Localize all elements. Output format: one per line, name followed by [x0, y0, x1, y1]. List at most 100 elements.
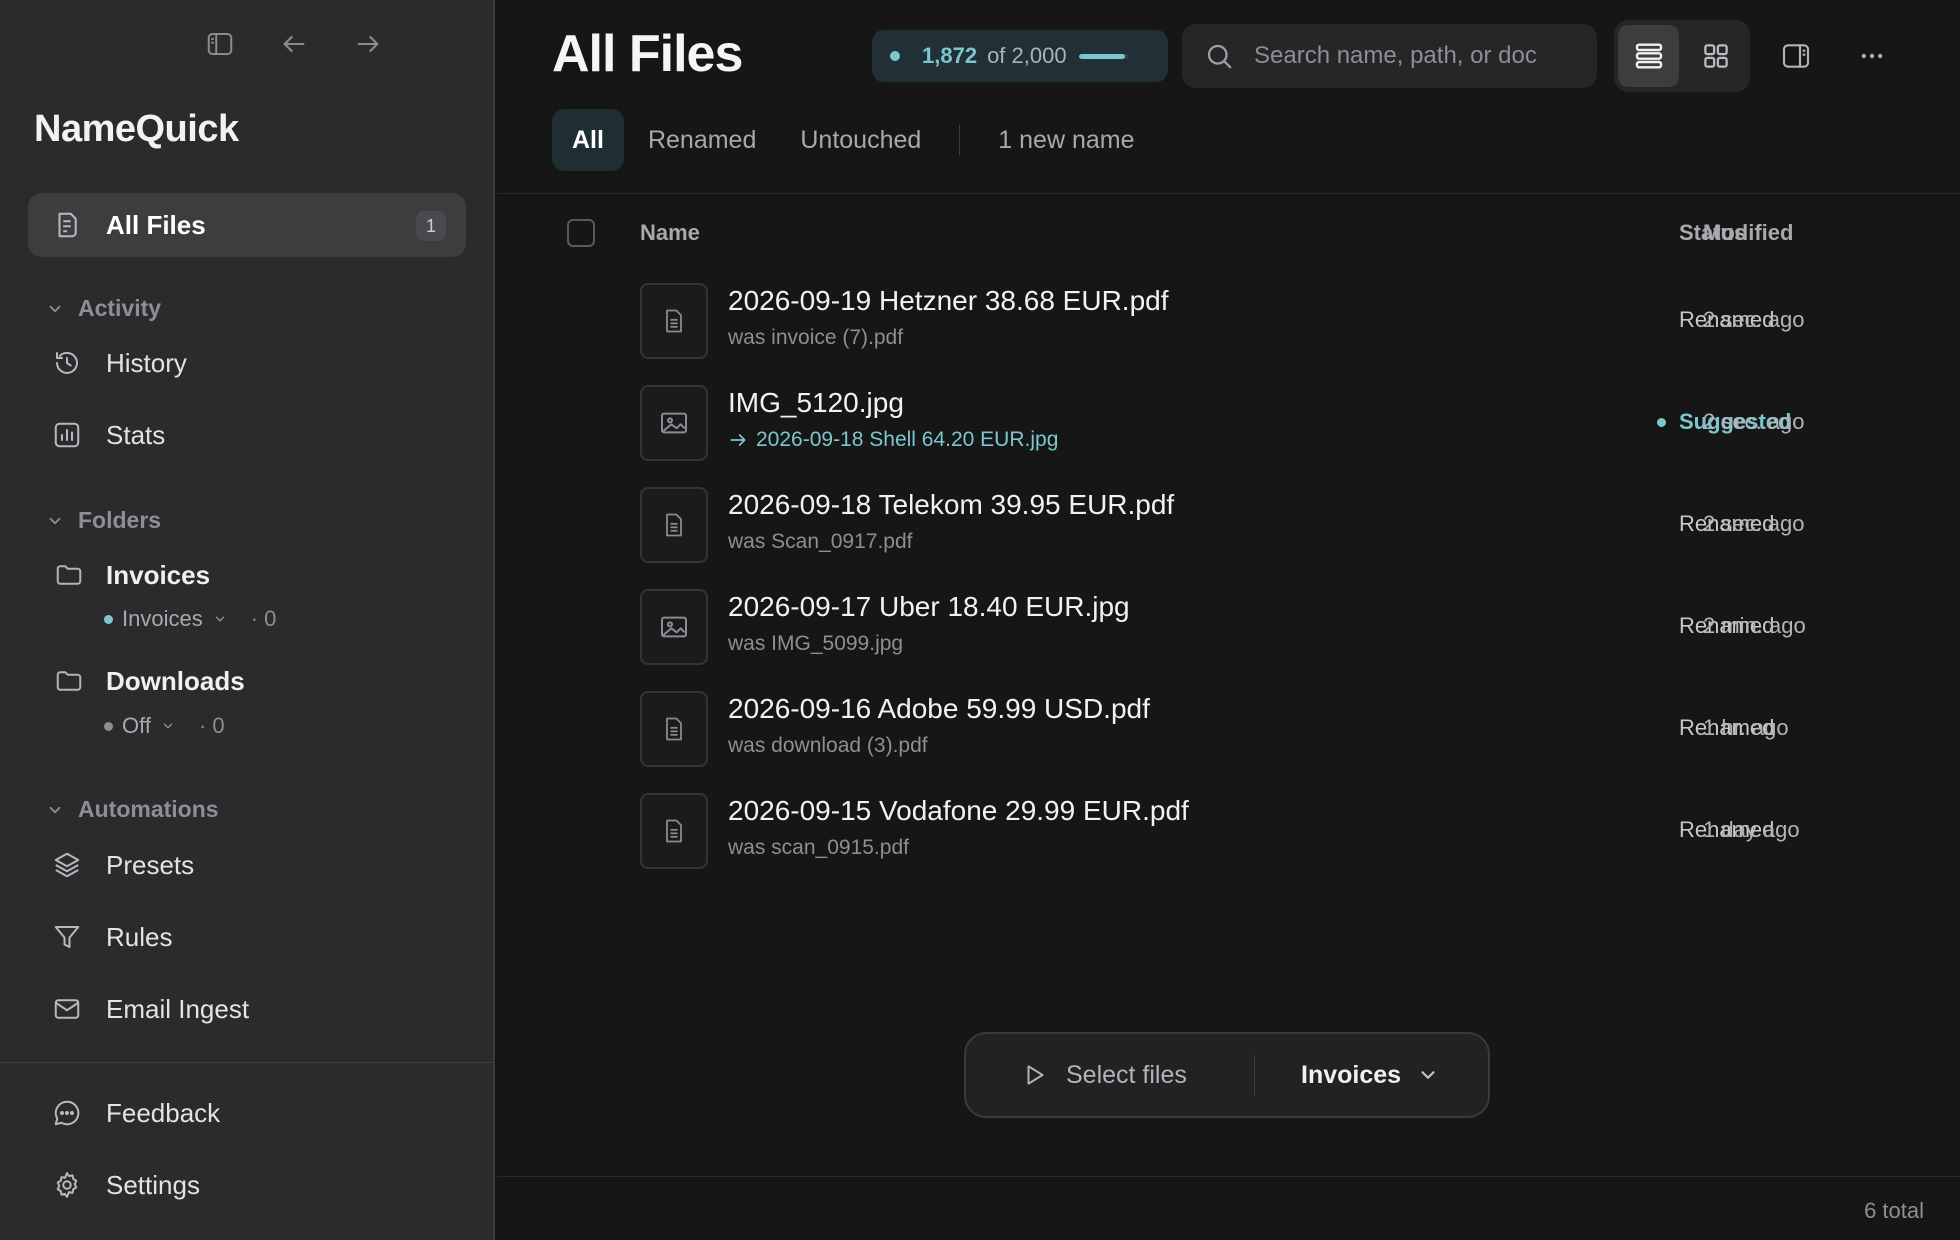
folder-invoices-count: · 0	[250, 606, 277, 631]
suggested-name-text: 2026-09-18 Shell 64.20 EUR.jpg	[756, 428, 1059, 451]
nav-stats[interactable]: Stats	[28, 403, 466, 467]
nav-rules[interactable]: Rules	[28, 905, 466, 969]
inactive-status-dot	[104, 721, 113, 731]
document-icon	[50, 208, 84, 242]
usage-quota[interactable]: 1,872 of 2,000	[872, 30, 1168, 82]
section-automations[interactable]: Automations	[46, 796, 219, 823]
main-content: All Files 1,872 of 2,000 Search name, pa…	[497, 0, 1960, 1240]
folder-icon	[54, 665, 86, 697]
quota-progress-fill	[1078, 53, 1126, 59]
modified-time: 2 sec. ago	[1703, 511, 1805, 536]
pdf-file-icon	[640, 487, 708, 563]
chevron-down-icon	[163, 723, 173, 729]
file-name: IMG_5120.jpg	[728, 387, 904, 418]
folder-invoices[interactable]: Invoices	[54, 559, 210, 591]
layers-icon	[50, 848, 84, 882]
nav-presets-label: Presets	[106, 849, 195, 880]
file-name: 2026-09-16 Adobe 59.99 USD.pdf	[728, 693, 1150, 724]
file-name: 2026-09-18 Telekom 39.95 EUR.pdf	[728, 489, 1175, 520]
nav-feedback[interactable]: Feedback	[28, 1081, 466, 1145]
nav-all-files[interactable]: All Files 1	[28, 193, 466, 257]
sidebar-toggle-icon[interactable]	[202, 26, 238, 62]
section-activity-label: Activity	[78, 295, 162, 321]
chat-bubble-icon	[50, 1096, 84, 1130]
active-status-dot	[104, 614, 113, 624]
grid-icon	[1703, 44, 1728, 68]
page-title: All Files	[552, 25, 743, 83]
modified-time: 2 sec. ago	[1703, 307, 1805, 332]
preset-dropdown[interactable]: Invoices	[1255, 1061, 1439, 1090]
back-arrow-icon[interactable]	[276, 26, 312, 62]
table-row[interactable]: IMG_5120.jpg 2026-09-18 Shell 64.20 EUR.…	[497, 373, 1960, 473]
chevron-down-icon	[49, 517, 61, 524]
section-folders[interactable]: Folders	[46, 507, 161, 534]
nav-rules-label: Rules	[106, 921, 173, 952]
list-icon	[1635, 43, 1662, 69]
folder-downloads-preset-select[interactable]: Off · 0	[104, 713, 225, 739]
mail-icon	[50, 992, 84, 1026]
total-count: 6 total	[1864, 1198, 1924, 1223]
more-options-icon[interactable]	[1852, 36, 1892, 76]
search-box[interactable]	[1182, 24, 1597, 88]
table-row[interactable]: 2026-09-16 Adobe 59.99 USD.pdf was downl…	[497, 679, 1960, 779]
folder-invoices-preset-select[interactable]: Invoices · 0	[104, 606, 276, 632]
tab-untouched[interactable]: Untouched	[780, 109, 941, 171]
suggested-status-dot	[1657, 417, 1666, 427]
folder-downloads[interactable]: Downloads	[54, 665, 245, 697]
tab-divider	[959, 125, 961, 155]
arrow-right-icon	[730, 434, 746, 446]
pdf-file-icon	[640, 793, 708, 869]
inspector-toggle-icon[interactable]	[1776, 36, 1816, 76]
tab-new-names[interactable]: 1 new name	[978, 109, 1154, 171]
nav-email-ingest[interactable]: Email Ingest	[28, 977, 466, 1041]
nav-history-label: History	[106, 347, 187, 378]
view-mode-toggle[interactable]	[1614, 20, 1750, 92]
table-row[interactable]: 2026-09-18 Telekom 39.95 EUR.pdf was Sca…	[497, 475, 1960, 575]
footer-divider	[497, 1176, 1960, 1177]
section-activity[interactable]: Activity	[46, 295, 161, 322]
file-name: 2026-09-17 Uber 18.40 EUR.jpg	[728, 591, 1130, 622]
file-name: 2026-09-19 Hetzner 38.68 EUR.pdf	[728, 285, 1169, 316]
filter-icon	[50, 920, 84, 954]
table-row[interactable]: 2026-09-19 Hetzner 38.68 EUR.pdf was inv…	[497, 271, 1960, 371]
folder-icon	[54, 559, 86, 591]
quota-status-dot	[890, 51, 900, 61]
original-name: was scan_0915.pdf	[728, 836, 909, 859]
folder-downloads-label: Downloads	[106, 665, 245, 696]
modified-time: 2 sec. ago	[1703, 409, 1805, 434]
header-divider	[497, 193, 1960, 194]
modified-time: 2 min. ago	[1703, 613, 1806, 638]
nav-stats-label: Stats	[106, 419, 166, 450]
select-all-checkbox[interactable]	[567, 219, 595, 247]
search-icon	[1207, 44, 1232, 69]
search-input[interactable]	[1254, 42, 1564, 70]
column-header-name[interactable]: Name	[640, 220, 700, 246]
play-icon	[1027, 1065, 1044, 1085]
column-header-modified[interactable]: Modified	[1703, 220, 1793, 246]
original-name: was download (3).pdf	[728, 734, 928, 757]
section-automations-label: Automations	[78, 796, 219, 822]
forward-arrow-icon[interactable]	[350, 26, 386, 62]
unread-count-badge: 1	[416, 211, 446, 241]
nav-settings-label: Settings	[106, 1169, 200, 1200]
list-view-button[interactable]	[1618, 25, 1679, 87]
tab-renamed[interactable]: Renamed	[628, 109, 776, 171]
select-files-button[interactable]: Select files	[966, 1061, 1254, 1090]
nav-settings[interactable]: Settings	[28, 1153, 466, 1217]
chevron-down-icon	[1421, 1071, 1435, 1079]
nav-history[interactable]: History	[28, 331, 466, 395]
folder-invoices-label: Invoices	[106, 559, 211, 590]
history-icon	[50, 346, 84, 380]
modified-time: 1 day ago	[1703, 817, 1800, 842]
tab-all[interactable]: All	[552, 109, 624, 171]
grid-view-button[interactable]	[1685, 25, 1746, 87]
nav-presets[interactable]: Presets	[28, 833, 466, 897]
quota-progress-bar	[1078, 53, 1129, 59]
nav-email-ingest-label: Email Ingest	[106, 993, 250, 1024]
table-row[interactable]: 2026-09-15 Vodafone 29.99 EUR.pdf was sc…	[497, 781, 1960, 881]
table-row[interactable]: 2026-09-17 Uber 18.40 EUR.jpg was IMG_50…	[497, 577, 1960, 677]
folder-downloads-preset: Off	[122, 713, 151, 738]
chevron-down-icon	[49, 305, 61, 312]
preset-dropdown-label: Invoices	[1301, 1060, 1402, 1089]
suggested-name[interactable]: 2026-09-18 Shell 64.20 EUR.jpg	[728, 428, 1058, 452]
